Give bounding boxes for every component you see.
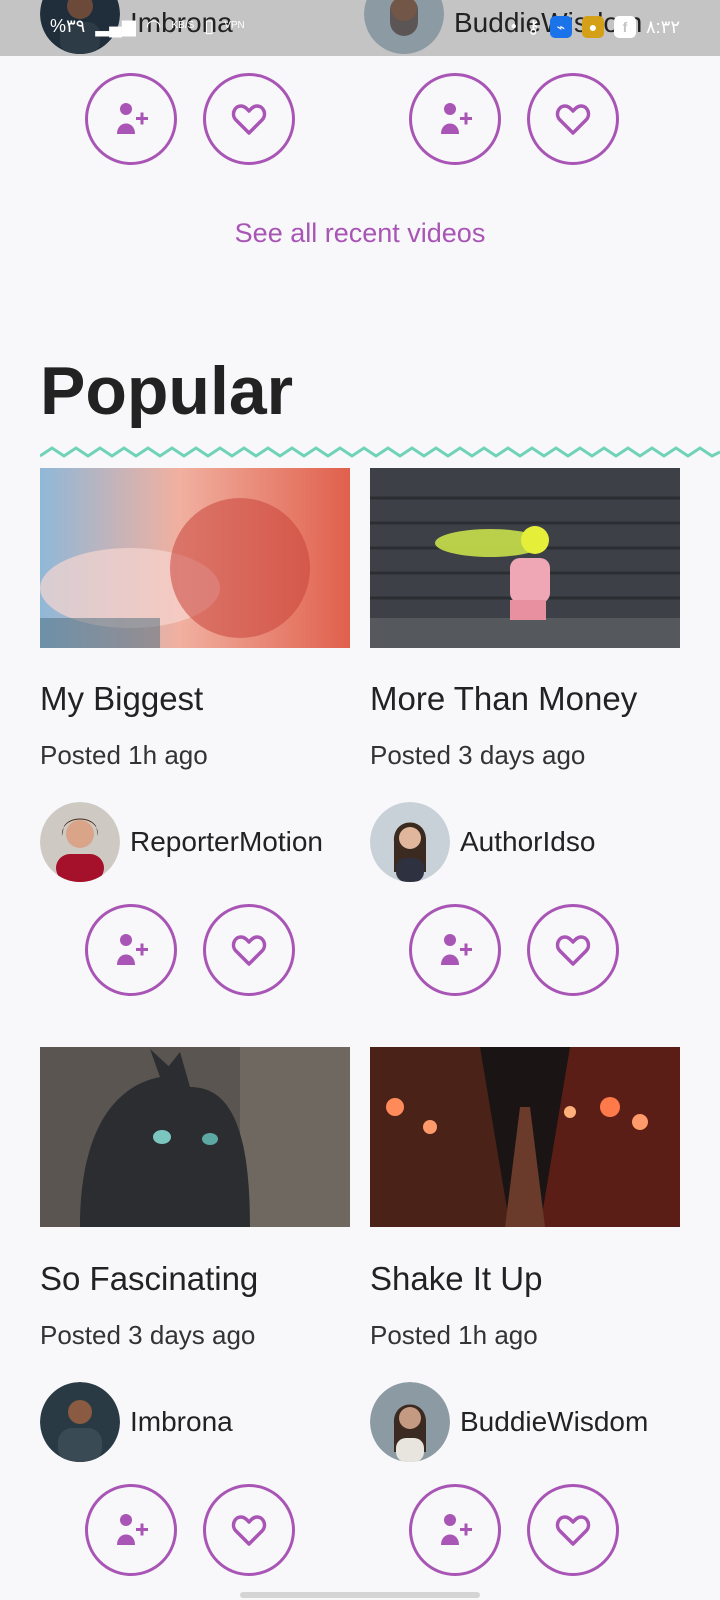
heart-icon <box>231 1515 267 1546</box>
heart-icon <box>555 104 591 135</box>
add-user-icon <box>117 1514 148 1545</box>
add-user-icon <box>117 103 148 134</box>
avatar <box>370 1382 450 1462</box>
coin-icon: ● <box>581 16 604 38</box>
video-thumbnail[interactable] <box>370 468 680 648</box>
facebook-icon: f <box>613 16 636 38</box>
author-name: ReporterMotion <box>130 826 323 857</box>
avatar <box>364 0 444 54</box>
status-left: %۳۹ ▂▄▆ ◠ KB/S ▯ VPN <box>50 16 245 36</box>
dot-icon: ● <box>510 21 517 32</box>
video-title[interactable]: More Than Money <box>370 680 637 718</box>
key-icon: ⚷ <box>526 17 540 37</box>
vibrate-icon: ▯ <box>204 16 215 36</box>
follow-button[interactable] <box>409 73 501 165</box>
like-button[interactable] <box>527 73 619 165</box>
add-user-icon <box>117 934 148 965</box>
author-name: BuddieWisdom <box>460 1406 649 1437</box>
avatar <box>370 802 450 882</box>
author-row[interactable]: AuthorIdso <box>370 802 595 882</box>
author-name: AuthorIdso <box>460 826 596 857</box>
wifi-icon: ◠ <box>145 16 162 36</box>
signal-icon: ▂▄▆ <box>95 16 136 36</box>
video-thumbnail[interactable] <box>40 1047 350 1227</box>
like-button[interactable] <box>203 1484 295 1576</box>
heart-icon <box>555 1515 591 1546</box>
net-speed: KB/S <box>171 20 195 31</box>
video-title[interactable]: Shake It Up <box>370 1260 542 1298</box>
author-row[interactable]: Imbrona <box>40 1382 233 1462</box>
vpn-icon: VPN <box>224 20 245 31</box>
section-title-popular: Popular <box>40 353 294 429</box>
follow-button[interactable] <box>409 1484 501 1576</box>
status-right: ● ⚷ ⌁ ● f ۸:۳۲ <box>511 16 680 38</box>
clock: ۸:۳۲ <box>645 17 680 37</box>
zigzag-divider <box>40 446 720 458</box>
see-all-recent-videos-link[interactable]: See all recent videos <box>0 218 720 249</box>
video-title[interactable]: My Biggest <box>40 680 203 718</box>
video-posted-time: Posted 1h ago <box>40 740 208 770</box>
video-thumbnail[interactable] <box>370 1047 680 1227</box>
home-indicator[interactable] <box>240 1592 480 1598</box>
like-button[interactable] <box>203 904 295 996</box>
follow-button[interactable] <box>409 904 501 996</box>
like-button[interactable] <box>203 73 295 165</box>
avatar <box>40 802 120 882</box>
add-user-icon <box>441 103 472 134</box>
video-title[interactable]: So Fascinating <box>40 1260 258 1298</box>
add-user-icon <box>441 934 472 965</box>
battery-text: %۳۹ <box>50 16 86 36</box>
follow-button[interactable] <box>85 1484 177 1576</box>
heart-icon <box>231 104 267 135</box>
follow-button[interactable] <box>85 904 177 996</box>
video-posted-time: Posted 3 days ago <box>40 1320 256 1350</box>
author-name: Imbrona <box>130 1406 233 1437</box>
heart-icon <box>231 935 267 966</box>
like-button[interactable] <box>527 904 619 996</box>
author-row[interactable]: BuddieWisdom <box>370 1382 648 1462</box>
status-bar: Imbrona BuddieWisdom %۳۹ ▂▄▆ ◠ KB/S ▯ VP… <box>0 0 720 56</box>
add-user-icon <box>441 1514 472 1545</box>
author-row[interactable]: ReporterMotion <box>40 802 323 882</box>
follow-button[interactable] <box>85 73 177 165</box>
video-posted-time: Posted 1h ago <box>370 1320 538 1350</box>
avatar <box>40 1382 120 1462</box>
usb-icon: ⌁ <box>549 16 572 38</box>
heart-icon <box>555 935 591 966</box>
like-button[interactable] <box>527 1484 619 1576</box>
video-thumbnail[interactable] <box>40 468 350 648</box>
video-posted-time: Posted 3 days ago <box>370 740 586 770</box>
